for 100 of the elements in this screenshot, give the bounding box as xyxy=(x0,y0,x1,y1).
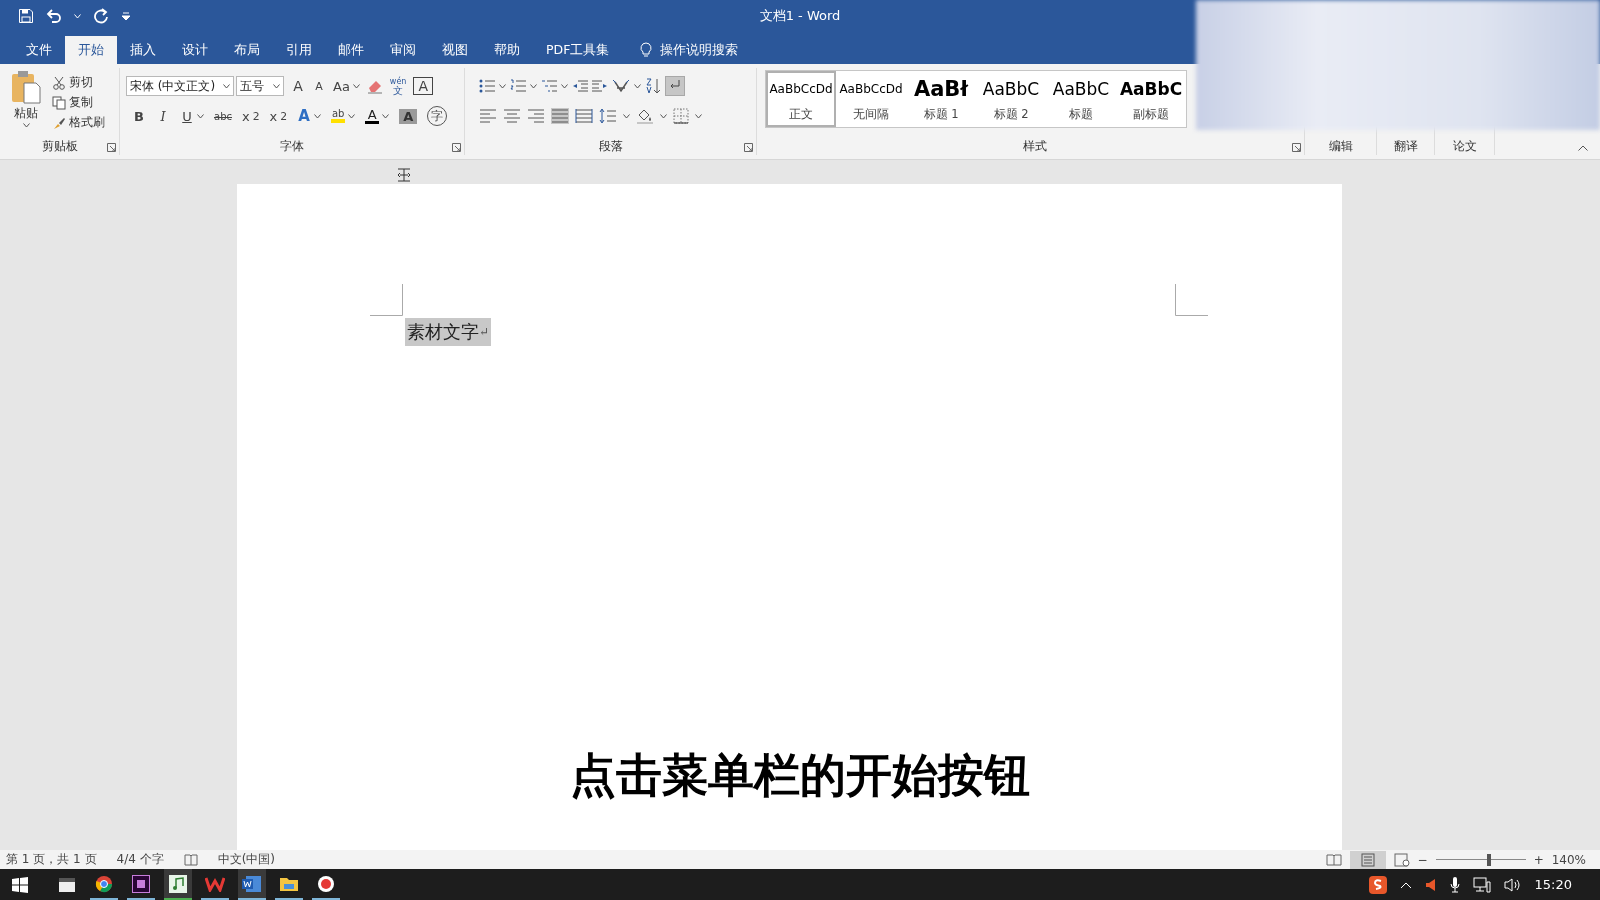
dialog-launcher-icon[interactable] xyxy=(1292,143,1301,152)
caret-icon[interactable] xyxy=(223,83,230,89)
caret-icon[interactable] xyxy=(623,113,630,119)
style-item[interactable]: AaBbCcDd 正文 xyxy=(766,71,836,127)
undo-icon[interactable] xyxy=(46,8,62,24)
paste-button[interactable]: 粘贴 xyxy=(6,70,46,135)
distributed-icon[interactable] xyxy=(575,108,593,124)
decrease-indent-icon[interactable] xyxy=(572,79,588,93)
folder-icon[interactable] xyxy=(279,875,299,892)
color-button[interactable]: A xyxy=(365,108,390,124)
highlight-button[interactable]: ab xyxy=(331,109,356,123)
video-editor-icon[interactable] xyxy=(132,874,150,893)
shrink-button[interactable]: A xyxy=(312,79,326,93)
borders-icon[interactable] xyxy=(673,108,689,124)
caret-icon[interactable] xyxy=(382,113,390,119)
caret-icon[interactable] xyxy=(197,113,204,119)
save-icon[interactable] xyxy=(18,8,34,24)
clock[interactable]: 15:20 xyxy=(1534,877,1572,892)
dialog-launcher-icon[interactable] xyxy=(452,143,461,152)
shade-button[interactable]: A xyxy=(399,108,418,124)
word-app-icon[interactable] xyxy=(242,874,262,893)
ribbon-tab[interactable]: 引用 xyxy=(273,36,325,64)
proofing-icon[interactable] xyxy=(183,852,198,867)
redo-icon[interactable] xyxy=(93,8,109,24)
caret-icon[interactable] xyxy=(314,113,322,119)
office-app-icon[interactable] xyxy=(205,875,225,892)
font-size-field[interactable]: 五号 xyxy=(236,76,284,96)
effect-button[interactable]: A xyxy=(297,107,322,125)
clipboard-button[interactable]: 剪切 xyxy=(52,74,105,91)
dialog-launcher-icon[interactable] xyxy=(107,143,116,152)
grow-button[interactable]: A xyxy=(291,78,305,94)
increase-indent-icon[interactable] xyxy=(592,79,608,93)
caret-icon[interactable] xyxy=(530,83,537,89)
music-app-icon[interactable] xyxy=(169,874,187,893)
caret-icon[interactable] xyxy=(561,83,568,89)
ribbon-tab[interactable]: 布局 xyxy=(221,36,273,64)
font-name-field[interactable]: 宋体 (中文正文) xyxy=(126,76,234,96)
clipboard-button[interactable]: 复制 xyxy=(52,94,105,111)
group-label: 字体 xyxy=(280,137,304,155)
calendar-app-icon[interactable] xyxy=(58,876,76,893)
language-status[interactable]: 中文(中国) xyxy=(217,851,276,868)
border-button[interactable]: A xyxy=(413,77,434,95)
eraser-icon[interactable] xyxy=(366,78,383,94)
ribbon-tab[interactable]: PDF工具集 xyxy=(533,36,623,64)
caret-icon[interactable] xyxy=(634,83,641,89)
caret-icon[interactable] xyxy=(499,83,506,89)
caret-icon[interactable] xyxy=(348,113,356,119)
strike-button[interactable]: abc xyxy=(214,110,232,122)
record-icon[interactable] xyxy=(317,874,335,893)
microphone-icon[interactable] xyxy=(1449,876,1460,893)
case-button[interactable]: Aa xyxy=(333,78,360,94)
dialog-launcher-icon[interactable] xyxy=(744,143,753,152)
italic-button[interactable]: I xyxy=(156,108,170,124)
clipboard-button[interactable]: 格式刷 xyxy=(52,114,105,131)
ribbon-tab[interactable]: 文件 xyxy=(13,36,65,64)
web-layout-icon[interactable] xyxy=(1393,852,1410,867)
paste-caret-icon[interactable] xyxy=(22,123,30,128)
paint-bucket-icon[interactable] xyxy=(636,108,654,124)
paintbrush-icon[interactable] xyxy=(52,115,66,130)
caret-icon[interactable] xyxy=(352,83,360,89)
multilevel-list-icon[interactable] xyxy=(541,79,557,93)
ribbon-tab[interactable]: 开始 xyxy=(65,36,117,64)
ribbon-tab[interactable]: 帮助 xyxy=(481,36,533,64)
subtitle-caption: 点击菜单栏的开始按钮 xyxy=(570,747,1030,804)
ribbon-tab[interactable]: 设计 xyxy=(169,36,221,64)
zoom-out-button[interactable]: − xyxy=(1417,852,1428,867)
sort-icon[interactable] xyxy=(645,78,661,94)
group-label: 编辑 xyxy=(1328,137,1353,155)
caret-icon[interactable] xyxy=(273,83,280,89)
copy-icon[interactable] xyxy=(52,95,66,110)
zoom-in-button[interactable]: + xyxy=(1533,852,1544,867)
bullets-icon[interactable] xyxy=(479,79,495,93)
zoom-level[interactable]: 140% xyxy=(1551,852,1586,867)
start-icon[interactable] xyxy=(12,876,28,893)
volume-icon[interactable] xyxy=(1503,876,1522,893)
muted-speaker-icon[interactable] xyxy=(1424,877,1437,892)
network-icon[interactable] xyxy=(1472,876,1491,893)
customize-icon[interactable] xyxy=(121,11,131,21)
underline-button[interactable]: U xyxy=(180,108,204,124)
line-spacing-icon[interactable] xyxy=(599,108,617,124)
show-hidden-icon[interactable] xyxy=(1399,880,1412,889)
zoom-slider-thumb[interactable] xyxy=(1487,853,1492,866)
group-label: 样式 xyxy=(1022,137,1047,155)
input-method-icon[interactable] xyxy=(1368,875,1387,894)
ribbon-tab[interactable]: 邮件 xyxy=(325,36,377,64)
ribbon-tab[interactable]: 审阅 xyxy=(377,36,429,64)
collapse-ribbon-icon[interactable] xyxy=(1578,145,1588,151)
ribbon-tab[interactable]: 插入 xyxy=(117,36,169,64)
ribbon-tab[interactable]: 视图 xyxy=(429,36,481,64)
phonetic-button[interactable]: wén 文 xyxy=(389,77,407,95)
tell-me-search[interactable]: 操作说明搜索 xyxy=(660,41,739,59)
bold-button[interactable]: B xyxy=(132,108,146,124)
scissors-icon[interactable] xyxy=(52,75,66,90)
caret-icon[interactable] xyxy=(660,113,667,119)
margin-mark-icon xyxy=(1175,284,1208,316)
browser-icon[interactable] xyxy=(95,874,113,893)
lightbulb-icon[interactable] xyxy=(640,42,653,58)
read-mode-icon[interactable] xyxy=(1325,852,1342,867)
caret-icon[interactable] xyxy=(695,113,702,119)
chinese-layout-icon[interactable] xyxy=(612,79,630,93)
